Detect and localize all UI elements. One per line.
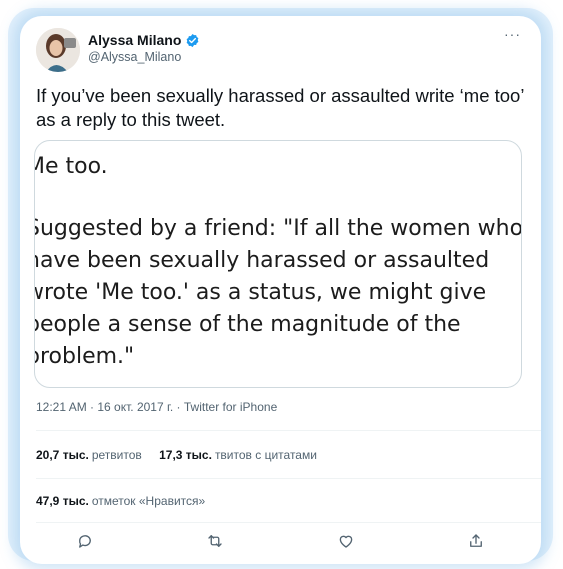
like-icon[interactable] [335, 530, 357, 552]
embed-line: people a sense of the magnitude of the [34, 312, 461, 337]
tweet-text: If you’ve been sexually harassed or assa… [36, 85, 524, 130]
tweet-timestamp[interactable]: 12:21 AM · 16 окт. 2017 г. · Twitter for… [36, 400, 277, 414]
likes-stats-row: 47,9 тыс. отметок «Нравится» [36, 494, 219, 508]
reply-icon[interactable] [74, 530, 96, 552]
likes-count: 47,9 тыс. [36, 494, 89, 508]
more-options-icon[interactable]: ··· [504, 26, 521, 42]
embed-line: problem." [34, 344, 135, 369]
avatar-image [36, 28, 80, 72]
action-bar [20, 530, 541, 552]
embedded-image-text: Me too. Suggested by a friend: "If all t… [34, 151, 522, 373]
verified-badge-icon [185, 33, 200, 48]
author-name[interactable]: Alyssa Milano [88, 32, 181, 48]
divider [36, 522, 541, 523]
retweets-label: ретвитов [91, 448, 142, 462]
retweets-count: 20,7 тыс. [36, 448, 89, 462]
likes-label: отметок «Нравится» [91, 494, 206, 508]
author-row: Alyssa Milano [88, 32, 200, 48]
divider [36, 430, 541, 431]
retweet-icon[interactable] [204, 530, 226, 552]
embed-line: wrote 'Me too.' as a status, we might gi… [34, 280, 487, 305]
likes-stat[interactable]: 47,9 тыс. отметок «Нравится» [36, 494, 205, 508]
share-icon[interactable] [465, 530, 487, 552]
avatar[interactable] [36, 28, 80, 72]
retweet-stats-row: 20,7 тыс. ретвитов 17,3 тыс. твитов с цита… [36, 448, 331, 462]
embedded-image[interactable]: Me too. Suggested by a friend: "If all t… [34, 140, 522, 388]
embed-line: have been sexually harassed or assaulted [34, 248, 490, 273]
tweet-card: Alyssa Milano @Alyssa_Milano ··· If you’… [20, 16, 541, 564]
quotes-count: 17,3 тыс. [159, 448, 212, 462]
quotes-stat[interactable]: 17,3 тыс. твитов с цитатами [159, 448, 317, 462]
embed-line: Suggested by a friend: "If all the women… [34, 216, 522, 241]
author-handle[interactable]: @Alyssa_Milano [88, 50, 181, 64]
quotes-label: твитов с цитатами [214, 448, 317, 462]
divider [36, 478, 541, 479]
embed-line: Me too. [34, 154, 108, 179]
retweets-stat[interactable]: 20,7 тыс. ретвитов [36, 448, 142, 462]
